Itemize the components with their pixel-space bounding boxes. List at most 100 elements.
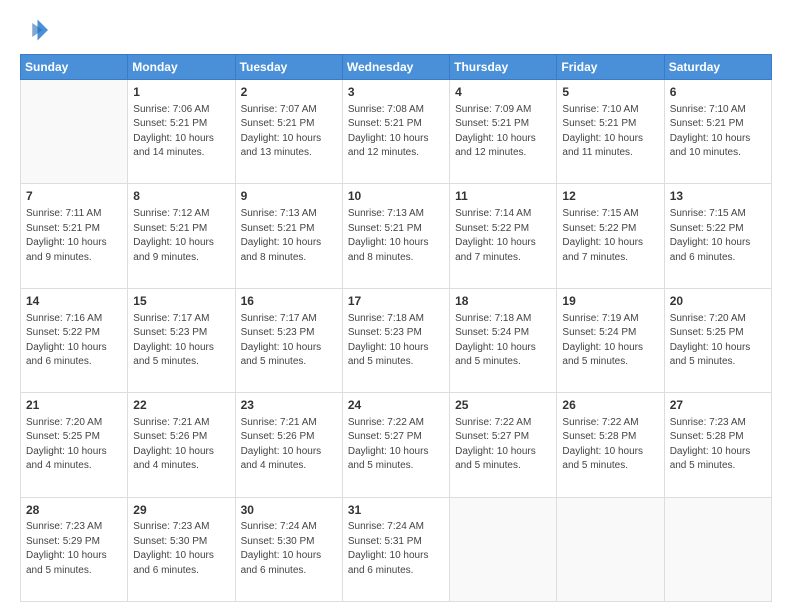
- day-number: 14: [26, 293, 122, 310]
- calendar-cell: 7Sunrise: 7:11 AM Sunset: 5:21 PM Daylig…: [21, 184, 128, 288]
- day-number: 19: [562, 293, 658, 310]
- calendar-cell: 26 Sunrise: 7:22 AM Sunset: 5:28 PM Dayli…: [557, 393, 664, 497]
- calendar-cell: 14 Sunrise: 7:16 AM Sunset: 5:22 PM Dayli…: [21, 288, 128, 392]
- calendar-week-row: 28Sunrise: 7:23 AM Sunset: 5:29 PM Dayli…: [21, 497, 772, 601]
- day-info: Sunrise: 7:14 AM Sunset: 5:22 PM Dayligh…: [455, 207, 551, 265]
- day-info: Sunrise: 7:22 AM Sunset: 5:28 PM Dayligh…: [562, 416, 658, 474]
- calendar-cell: 29Sunrise: 7:23 AM Sunset: 5:30 PM Dayli…: [128, 497, 235, 601]
- calendar-cell: 3Sunrise: 7:08 AM Sunset: 5:21 PM Daylig…: [342, 80, 449, 184]
- day-info: Sunrise: 7:24 AM Sunset: 5:31 PM Dayligh…: [348, 520, 444, 578]
- calendar-cell: 4 Sunrise: 7:09 AM Sunset: 5:21 PM Daylig…: [450, 80, 557, 184]
- logo-icon: [20, 16, 48, 44]
- day-number: 2: [241, 84, 337, 101]
- day-number: 13: [670, 188, 766, 205]
- day-info: Sunrise: 7:23 AM Sunset: 5:30 PM Dayligh…: [133, 520, 229, 578]
- day-info: Sunrise: 7:07 AM Sunset: 5:21 PM Dayligh…: [241, 103, 337, 161]
- day-number: 6: [670, 84, 766, 101]
- day-info: Sunrise: 7:10 AM Sunset: 5:21 PM Dayligh…: [562, 103, 658, 161]
- day-info: Sunrise: 7:16 AM Sunset: 5:22 PM Dayligh…: [26, 312, 122, 370]
- calendar-cell: 20 Sunrise: 7:20 AM Sunset: 5:25 PM Dayli…: [664, 288, 771, 392]
- calendar-body: 1 Sunrise: 7:06 AM Sunset: 5:21 PM Daylig…: [21, 80, 772, 602]
- day-number: 26: [562, 397, 658, 414]
- logo: [20, 16, 52, 44]
- day-info: Sunrise: 7:20 AM Sunset: 5:25 PM Dayligh…: [670, 312, 766, 370]
- day-number: 23: [241, 397, 337, 414]
- calendar-cell: 30Sunrise: 7:24 AM Sunset: 5:30 PM Dayli…: [235, 497, 342, 601]
- day-info: Sunrise: 7:24 AM Sunset: 5:30 PM Dayligh…: [241, 520, 337, 578]
- calendar-cell: 5 Sunrise: 7:10 AM Sunset: 5:21 PM Daylig…: [557, 80, 664, 184]
- day-number: 1: [133, 84, 229, 101]
- day-info: Sunrise: 7:06 AM Sunset: 5:21 PM Dayligh…: [133, 103, 229, 161]
- calendar-cell: [557, 497, 664, 601]
- weekday-tuesday: Tuesday: [235, 55, 342, 80]
- calendar-table: SundayMondayTuesdayWednesdayThursdayFrid…: [20, 54, 772, 602]
- calendar-cell: 6 Sunrise: 7:10 AM Sunset: 5:21 PM Daylig…: [664, 80, 771, 184]
- day-info: Sunrise: 7:18 AM Sunset: 5:24 PM Dayligh…: [455, 312, 551, 370]
- day-number: 20: [670, 293, 766, 310]
- calendar-cell: 10Sunrise: 7:13 AM Sunset: 5:21 PM Dayli…: [342, 184, 449, 288]
- day-info: Sunrise: 7:12 AM Sunset: 5:21 PM Dayligh…: [133, 207, 229, 265]
- calendar-cell: 15Sunrise: 7:17 AM Sunset: 5:23 PM Dayli…: [128, 288, 235, 392]
- weekday-wednesday: Wednesday: [342, 55, 449, 80]
- weekday-thursday: Thursday: [450, 55, 557, 80]
- day-number: 7: [26, 188, 122, 205]
- calendar-cell: 1 Sunrise: 7:06 AM Sunset: 5:21 PM Daylig…: [128, 80, 235, 184]
- day-number: 9: [241, 188, 337, 205]
- calendar-cell: 31Sunrise: 7:24 AM Sunset: 5:31 PM Dayli…: [342, 497, 449, 601]
- day-number: 30: [241, 502, 337, 519]
- calendar-cell: 23 Sunrise: 7:21 AM Sunset: 5:26 PM Dayli…: [235, 393, 342, 497]
- header: [20, 16, 772, 44]
- calendar-cell: 18 Sunrise: 7:18 AM Sunset: 5:24 PM Dayli…: [450, 288, 557, 392]
- calendar-cell: 8Sunrise: 7:12 AM Sunset: 5:21 PM Daylig…: [128, 184, 235, 288]
- calendar-week-row: 7Sunrise: 7:11 AM Sunset: 5:21 PM Daylig…: [21, 184, 772, 288]
- day-number: 17: [348, 293, 444, 310]
- day-info: Sunrise: 7:09 AM Sunset: 5:21 PM Dayligh…: [455, 103, 551, 161]
- calendar-cell: 21 Sunrise: 7:20 AM Sunset: 5:25 PM Dayli…: [21, 393, 128, 497]
- day-number: 16: [241, 293, 337, 310]
- calendar-header: SundayMondayTuesdayWednesdayThursdayFrid…: [21, 55, 772, 80]
- day-info: Sunrise: 7:13 AM Sunset: 5:21 PM Dayligh…: [241, 207, 337, 265]
- day-number: 12: [562, 188, 658, 205]
- day-number: 25: [455, 397, 551, 414]
- day-info: Sunrise: 7:22 AM Sunset: 5:27 PM Dayligh…: [455, 416, 551, 474]
- calendar-cell: 13 Sunrise: 7:15 AM Sunset: 5:22 PM Dayli…: [664, 184, 771, 288]
- day-info: Sunrise: 7:20 AM Sunset: 5:25 PM Dayligh…: [26, 416, 122, 474]
- calendar-cell: 27Sunrise: 7:23 AM Sunset: 5:28 PM Dayli…: [664, 393, 771, 497]
- weekday-sunday: Sunday: [21, 55, 128, 80]
- calendar-cell: 22 Sunrise: 7:21 AM Sunset: 5:26 PM Dayli…: [128, 393, 235, 497]
- day-number: 24: [348, 397, 444, 414]
- day-number: 3: [348, 84, 444, 101]
- weekday-monday: Monday: [128, 55, 235, 80]
- day-info: Sunrise: 7:21 AM Sunset: 5:26 PM Dayligh…: [133, 416, 229, 474]
- calendar-week-row: 14 Sunrise: 7:16 AM Sunset: 5:22 PM Dayli…: [21, 288, 772, 392]
- calendar-cell: 25 Sunrise: 7:22 AM Sunset: 5:27 PM Dayli…: [450, 393, 557, 497]
- weekday-row: SundayMondayTuesdayWednesdayThursdayFrid…: [21, 55, 772, 80]
- day-number: 28: [26, 502, 122, 519]
- calendar-cell: 24 Sunrise: 7:22 AM Sunset: 5:27 PM Dayli…: [342, 393, 449, 497]
- calendar-cell: 16Sunrise: 7:17 AM Sunset: 5:23 PM Dayli…: [235, 288, 342, 392]
- day-number: 27: [670, 397, 766, 414]
- day-number: 4: [455, 84, 551, 101]
- day-info: Sunrise: 7:10 AM Sunset: 5:21 PM Dayligh…: [670, 103, 766, 161]
- day-number: 18: [455, 293, 551, 310]
- day-number: 5: [562, 84, 658, 101]
- day-info: Sunrise: 7:17 AM Sunset: 5:23 PM Dayligh…: [133, 312, 229, 370]
- day-info: Sunrise: 7:21 AM Sunset: 5:26 PM Dayligh…: [241, 416, 337, 474]
- day-number: 21: [26, 397, 122, 414]
- day-number: 29: [133, 502, 229, 519]
- day-number: 11: [455, 188, 551, 205]
- day-number: 22: [133, 397, 229, 414]
- calendar-cell: 2 Sunrise: 7:07 AM Sunset: 5:21 PM Daylig…: [235, 80, 342, 184]
- calendar-cell: [21, 80, 128, 184]
- calendar-cell: 12Sunrise: 7:15 AM Sunset: 5:22 PM Dayli…: [557, 184, 664, 288]
- day-info: Sunrise: 7:22 AM Sunset: 5:27 PM Dayligh…: [348, 416, 444, 474]
- calendar-cell: 28Sunrise: 7:23 AM Sunset: 5:29 PM Dayli…: [21, 497, 128, 601]
- calendar-cell: [664, 497, 771, 601]
- day-info: Sunrise: 7:15 AM Sunset: 5:22 PM Dayligh…: [670, 207, 766, 265]
- day-info: Sunrise: 7:23 AM Sunset: 5:29 PM Dayligh…: [26, 520, 122, 578]
- calendar-cell: 11 Sunrise: 7:14 AM Sunset: 5:22 PM Dayli…: [450, 184, 557, 288]
- calendar-cell: 17Sunrise: 7:18 AM Sunset: 5:23 PM Dayli…: [342, 288, 449, 392]
- calendar-week-row: 21 Sunrise: 7:20 AM Sunset: 5:25 PM Dayli…: [21, 393, 772, 497]
- page: SundayMondayTuesdayWednesdayThursdayFrid…: [0, 0, 792, 612]
- day-number: 10: [348, 188, 444, 205]
